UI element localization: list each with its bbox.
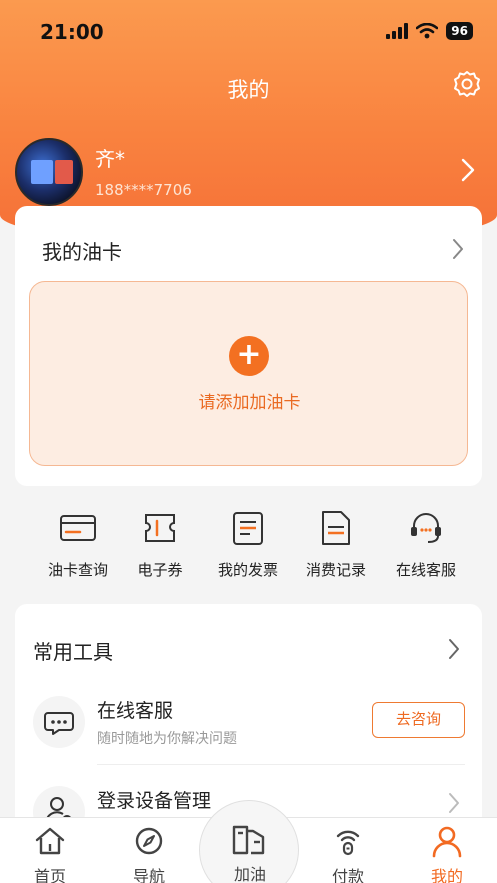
user-name: 齐* <box>95 147 125 171</box>
pay-icon <box>336 830 360 856</box>
card-icon <box>60 515 96 541</box>
oil-card-section: 我的油卡 + 请添加加油卡 <box>15 206 482 486</box>
shortcut-consumption-record[interactable]: 消费记录 <box>291 508 381 580</box>
ticket-icon <box>145 514 175 542</box>
tab-navigation[interactable]: 导航 <box>109 824 189 883</box>
wifi-icon <box>416 23 439 39</box>
home-icon <box>35 827 65 855</box>
invoice-icon <box>233 512 263 545</box>
shortcut-invoice[interactable]: 我的发票 <box>203 508 293 580</box>
user-phone: 188****7706 <box>95 181 192 199</box>
battery-indicator: 96 <box>446 22 473 40</box>
compass-icon <box>135 827 163 855</box>
tool-icon-bg <box>33 696 85 748</box>
chevron-right-icon[interactable] <box>461 158 475 182</box>
avatar[interactable] <box>15 138 83 206</box>
tools-title: 常用工具 <box>33 640 113 664</box>
tab-mine[interactable]: 我的 <box>407 824 487 883</box>
tool-row-online-service[interactable]: 在线客服 随时随地为你解决问题 去咨询 <box>15 696 482 786</box>
status-bar: 21:00 96 <box>0 0 497 62</box>
page-title: 我的 <box>227 78 270 102</box>
shortcut-online-service[interactable]: 在线客服 <box>381 508 471 580</box>
status-icons: 96 <box>386 22 473 40</box>
row-divider <box>97 764 465 765</box>
record-icon <box>322 511 350 545</box>
tool-title: 登录设备管理 <box>97 790 212 812</box>
chevron-right-icon[interactable] <box>452 238 464 260</box>
headset-icon <box>411 513 441 543</box>
oil-card-title: 我的油卡 <box>42 240 122 264</box>
add-oil-card-button[interactable]: + 请添加加油卡 <box>29 281 468 466</box>
shortcut-coupon[interactable]: 电子券 <box>115 508 205 580</box>
add-oil-card-label: 请添加加油卡 <box>198 393 301 413</box>
status-time: 21:00 <box>40 20 104 44</box>
plus-icon: + <box>229 336 269 376</box>
tab-home[interactable]: 首页 <box>10 824 90 883</box>
tool-subtitle: 随时随地为你解决问题 <box>97 731 237 747</box>
fuel-icon <box>232 825 265 855</box>
settings-gear-icon[interactable] <box>453 70 481 98</box>
consult-button[interactable]: 去咨询 <box>372 702 465 738</box>
chat-icon <box>44 712 74 735</box>
person-icon <box>432 826 462 858</box>
signal-icon <box>386 23 409 39</box>
shortcut-row: 油卡查询 电子券 我的发票 消费记录 在线客服 <box>15 508 482 588</box>
tab-refuel-label: 加油 <box>233 865 266 883</box>
chevron-right-icon[interactable] <box>448 638 460 660</box>
chevron-right-icon <box>449 793 459 813</box>
shortcut-card-query[interactable]: 油卡查询 <box>33 508 123 580</box>
tool-title: 在线客服 <box>97 700 174 722</box>
tab-pay[interactable]: 付款 <box>308 824 388 883</box>
